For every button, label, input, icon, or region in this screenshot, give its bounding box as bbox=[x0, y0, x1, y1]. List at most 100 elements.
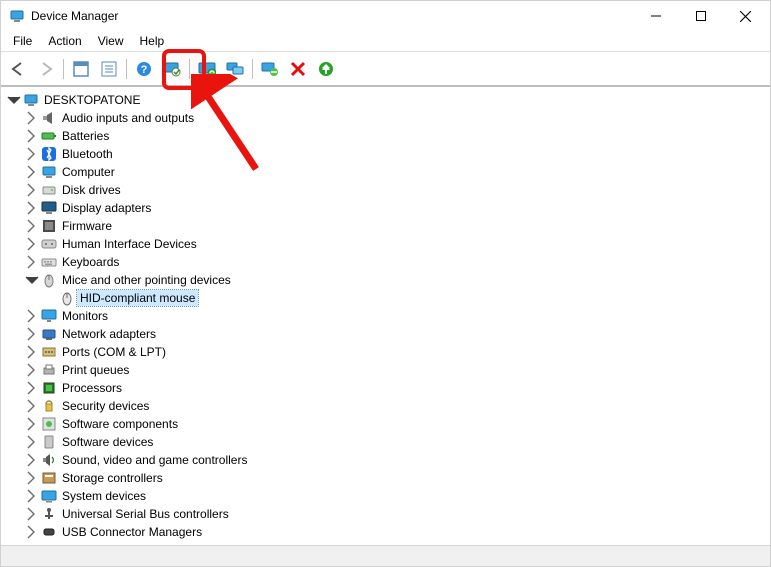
tree-category[interactable]: Processors bbox=[25, 379, 770, 397]
disk-icon bbox=[41, 182, 57, 198]
tree-root-label: DESKTOPATONE bbox=[41, 92, 143, 108]
back-button[interactable] bbox=[5, 56, 31, 82]
tree-category[interactable]: Keyboards bbox=[25, 253, 770, 271]
close-button[interactable] bbox=[723, 2, 768, 30]
tree-category[interactable]: Security devices bbox=[25, 397, 770, 415]
tree-category-label: Monitors bbox=[59, 308, 111, 324]
forward-button[interactable] bbox=[33, 56, 59, 82]
tree-category-label: Computer bbox=[59, 164, 118, 180]
scan-for-hardware-changes-button[interactable] bbox=[159, 56, 185, 82]
properties-button[interactable] bbox=[96, 56, 122, 82]
add-drivers-button[interactable] bbox=[222, 56, 248, 82]
menu-view[interactable]: View bbox=[90, 32, 132, 50]
system-icon bbox=[41, 488, 57, 504]
maximize-button[interactable] bbox=[678, 2, 723, 30]
tree-category[interactable]: Mice and other pointing devices bbox=[25, 271, 770, 289]
expand-icon[interactable] bbox=[25, 525, 39, 539]
window-title: Device Manager bbox=[31, 9, 118, 23]
network-icon bbox=[41, 326, 57, 342]
expand-icon[interactable] bbox=[25, 453, 39, 467]
expand-icon[interactable] bbox=[25, 471, 39, 485]
titlebar: Device Manager bbox=[1, 1, 770, 31]
tree-category[interactable]: Sound, video and game controllers bbox=[25, 451, 770, 469]
tree-category[interactable]: Storage controllers bbox=[25, 469, 770, 487]
expand-icon[interactable] bbox=[25, 381, 39, 395]
collapse-icon[interactable] bbox=[25, 273, 39, 287]
device-manager-window: Device Manager File Action View Help bbox=[0, 0, 771, 567]
tree-category[interactable]: Software components bbox=[25, 415, 770, 433]
show-hide-console-tree-button[interactable] bbox=[68, 56, 94, 82]
tree-category[interactable]: Print queues bbox=[25, 361, 770, 379]
tree-category-label: Processors bbox=[59, 380, 125, 396]
tree-category[interactable]: Display adapters bbox=[25, 199, 770, 217]
toolbar bbox=[1, 52, 770, 87]
bluetooth-icon bbox=[41, 146, 57, 162]
tree-category[interactable]: Software devices bbox=[25, 433, 770, 451]
tree-category[interactable]: Monitors bbox=[25, 307, 770, 325]
tree-category[interactable]: USB Connector Managers bbox=[25, 523, 770, 541]
uninstall-device-button[interactable] bbox=[257, 56, 283, 82]
tree-category-label: Firmware bbox=[59, 218, 115, 234]
expand-icon[interactable] bbox=[25, 435, 39, 449]
expand-icon[interactable] bbox=[25, 183, 39, 197]
toolbar-sep bbox=[189, 59, 190, 79]
tree-category[interactable]: Computer bbox=[25, 163, 770, 181]
tree-category[interactable]: Firmware bbox=[25, 217, 770, 235]
cpu-icon bbox=[41, 380, 57, 396]
device-tree[interactable]: DESKTOPATONE Audio inputs and outputs Batt… bbox=[1, 87, 770, 545]
update-driver-button[interactable] bbox=[194, 56, 220, 82]
tree-category-label: Display adapters bbox=[59, 200, 154, 216]
tree-category-label: Disk drives bbox=[59, 182, 124, 198]
tree-root[interactable]: DESKTOPATONE bbox=[7, 91, 770, 109]
tree-category[interactable]: Audio inputs and outputs bbox=[25, 109, 770, 127]
expand-icon[interactable] bbox=[25, 165, 39, 179]
tree-device[interactable]: HID-compliant mouse bbox=[43, 289, 770, 307]
audio-icon bbox=[41, 110, 57, 126]
monitor-icon bbox=[41, 308, 57, 324]
expand-icon[interactable] bbox=[25, 309, 39, 323]
expand-icon[interactable] bbox=[25, 147, 39, 161]
expand-icon[interactable] bbox=[25, 237, 39, 251]
collapse-icon[interactable] bbox=[7, 93, 21, 107]
tree-category[interactable]: Ports (COM & LPT) bbox=[25, 343, 770, 361]
tree-category[interactable]: Human Interface Devices bbox=[25, 235, 770, 253]
tree-category[interactable]: System devices bbox=[25, 487, 770, 505]
disable-device-button[interactable] bbox=[285, 56, 311, 82]
tree-category-label: Print queues bbox=[59, 362, 132, 378]
expand-icon[interactable] bbox=[25, 219, 39, 233]
tree-category-label: Universal Serial Bus controllers bbox=[59, 506, 232, 522]
tree-category[interactable]: Universal Serial Bus controllers bbox=[25, 505, 770, 523]
help-button[interactable] bbox=[131, 56, 157, 82]
expand-icon[interactable] bbox=[25, 129, 39, 143]
expand-icon[interactable] bbox=[25, 111, 39, 125]
tree-category-label: Network adapters bbox=[59, 326, 159, 342]
expand-icon[interactable] bbox=[25, 417, 39, 431]
minimize-button[interactable] bbox=[633, 2, 678, 30]
expand-icon[interactable] bbox=[25, 363, 39, 377]
computer-icon bbox=[41, 164, 57, 180]
expand-icon[interactable] bbox=[25, 327, 39, 341]
storage-icon bbox=[41, 470, 57, 486]
tree-category[interactable]: Network adapters bbox=[25, 325, 770, 343]
menu-file[interactable]: File bbox=[5, 32, 40, 50]
tree-category[interactable]: Bluetooth bbox=[25, 145, 770, 163]
expand-icon[interactable] bbox=[25, 255, 39, 269]
toolbar-sep bbox=[126, 59, 127, 79]
expand-icon[interactable] bbox=[25, 489, 39, 503]
tree-category[interactable]: Batteries bbox=[25, 127, 770, 145]
expand-icon[interactable] bbox=[25, 201, 39, 215]
mouse-icon bbox=[41, 272, 57, 288]
expand-icon[interactable] bbox=[25, 399, 39, 413]
menu-help[interactable]: Help bbox=[132, 32, 173, 50]
keyboard-icon bbox=[41, 254, 57, 270]
tree-category[interactable]: Disk drives bbox=[25, 181, 770, 199]
tree-category-label: Storage controllers bbox=[59, 470, 166, 486]
expand-icon[interactable] bbox=[25, 345, 39, 359]
port-icon bbox=[41, 344, 57, 360]
menu-action[interactable]: Action bbox=[40, 32, 89, 50]
tree-category-label: Audio inputs and outputs bbox=[59, 110, 197, 126]
hid-icon bbox=[41, 236, 57, 252]
enable-device-button[interactable] bbox=[313, 56, 339, 82]
expand-icon[interactable] bbox=[25, 507, 39, 521]
tree-category-label: Batteries bbox=[59, 128, 112, 144]
